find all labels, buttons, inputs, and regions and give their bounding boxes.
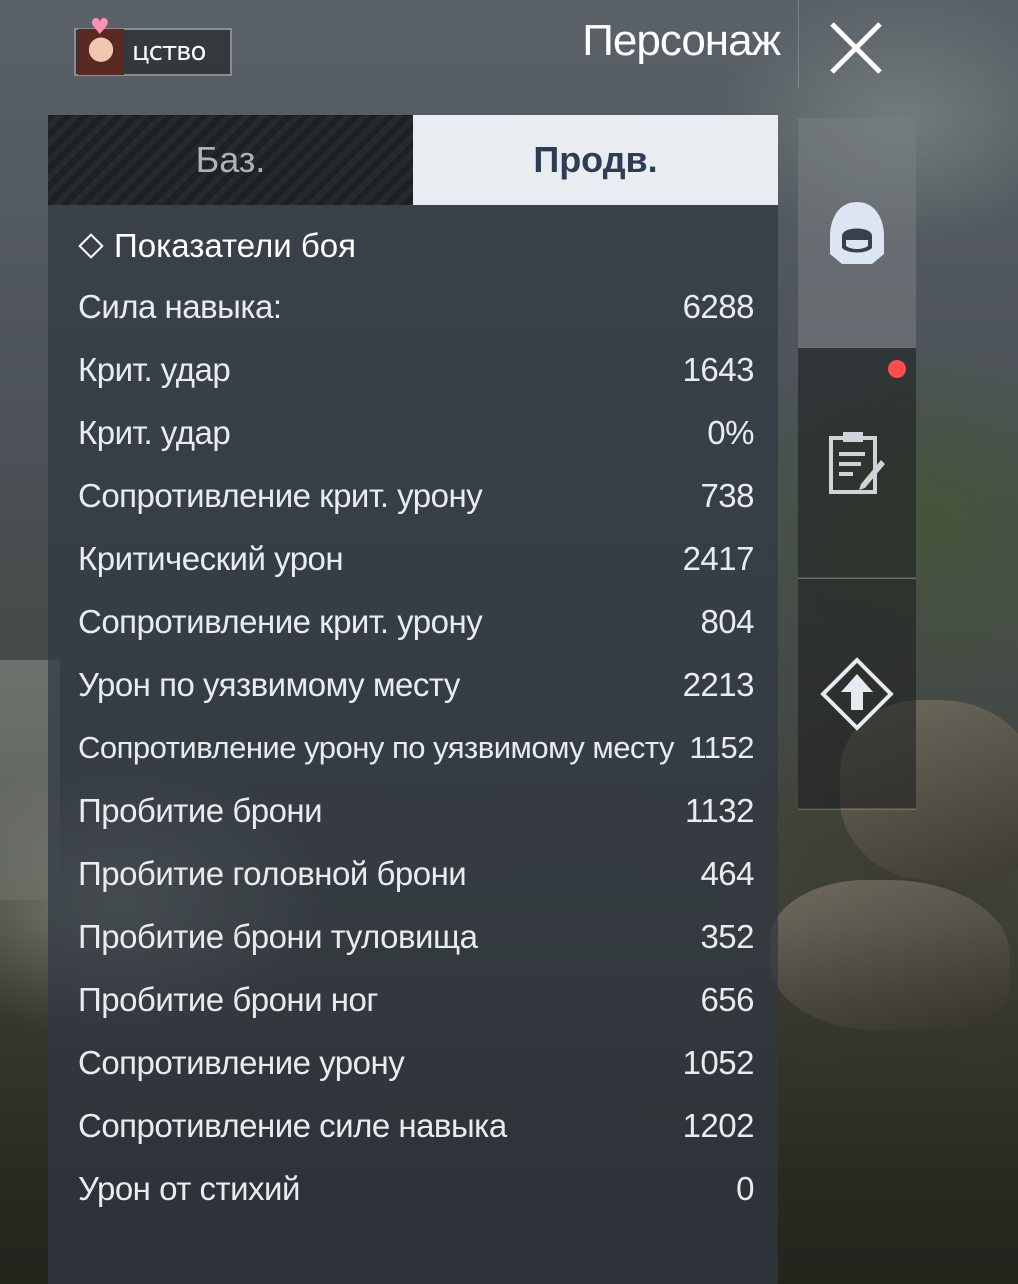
diamond-icon [78,233,104,259]
stat-value: 1152 [689,729,754,765]
stat-label: Пробитие брони ног [78,980,378,1018]
notification-dot [888,360,906,378]
tab-basic[interactable]: Баз. [48,115,413,205]
section-title: Показатели боя [114,227,356,264]
stats-list[interactable]: Показатели боя Сила навыка: 6288 Крит. у… [48,205,778,1284]
stat-value: 352 [700,917,754,955]
stat-label: Сопротивление урону [78,1043,405,1081]
stat-value: 1132 [685,791,754,829]
stat-label: Пробитие брони [78,791,323,829]
stat-label: Урон от стихий [78,1169,300,1207]
stat-row: Крит. удар 0% [78,401,754,464]
stat-label: Пробитие брони туловища [78,917,478,955]
stat-label: Критический урон [78,539,344,577]
stat-row: Пробитие головной брони 464 [78,842,754,905]
stat-row: Урон по уязвимому месту 2213 [78,653,755,716]
character-panel: Баз. Продв. Показатели боя Сила навыка: … [48,115,778,1284]
stat-label: Сила навыка: [78,287,282,325]
stat-value: 1643 [682,350,755,388]
stat-label: Пробитие головной брони [78,854,467,892]
stat-label: Сопротивление крит. урону [78,476,483,514]
page-title: Персонаж [582,16,781,65]
profile-chip[interactable]: ♥ цство [74,17,232,76]
stat-label: Сопротивление силе навыка [78,1106,507,1144]
tab-advanced[interactable]: Продв. [413,115,778,205]
upgrade-arrow-icon [820,656,894,731]
side-menu [798,118,916,1284]
stat-row: Сопротивление крит. урону 804 [78,590,754,653]
stat-row: Сопротивление урону по уязвимому месту 1… [78,716,754,779]
stat-label: Сопротивление крит. урону [78,602,483,640]
stat-row: Сопротивление крит. урону 738 [78,464,754,527]
stat-label: Урон по уязвимому месту [78,665,460,703]
stat-row: Пробитие брони ног 656 [78,968,754,1031]
avatar: ♥ [78,17,124,75]
stat-row: Критический урон 2417 [78,527,755,590]
stat-label: Крит. удар [78,350,231,388]
stat-value: 1202 [682,1106,755,1144]
clipboard-edit-icon [829,431,885,494]
section-header: Показатели боя [78,227,356,265]
stat-value: 0 [736,1169,754,1207]
stat-value: 2417 [682,539,755,577]
stat-label: Сопротивление урону по уязвимому месту [78,729,674,765]
heart-icon: ♥ [90,15,110,40]
stat-row: Сила навыка: 6288 [78,275,755,338]
scroll-fade [48,1224,778,1284]
divider [798,809,916,810]
stat-value: 2213 [682,665,755,703]
divider [798,0,799,88]
tab-bar: Баз. Продв. [48,115,778,205]
stat-value: 738 [700,476,754,514]
close-icon [830,22,882,74]
side-menu-item-upgrade[interactable] [798,579,916,808]
hooded-character-icon [830,201,884,264]
side-menu-item-character[interactable] [798,118,916,347]
stat-row: Пробитие брони 1132 [78,779,754,842]
side-menu-item-records[interactable] [798,348,916,577]
stat-label: Крит. удар [78,413,231,451]
stat-value: 1052 [682,1043,755,1081]
profile-name: цство [132,37,206,67]
stat-row: Сопротивление силе навыка 1202 [78,1094,755,1157]
stat-row: Урон от стихий 0 [78,1157,754,1220]
stat-row: Сопротивление урону 1052 [78,1031,755,1094]
stat-row: Пробитие брони туловища 352 [78,905,754,968]
stat-value: 6288 [682,287,755,325]
stat-value: 804 [700,602,754,640]
close-button[interactable] [826,18,886,78]
stat-value: 464 [700,854,754,892]
stat-value: 0% [707,413,754,451]
stat-row: Крит. удар 1643 [78,338,755,401]
stat-value: 656 [700,980,754,1018]
